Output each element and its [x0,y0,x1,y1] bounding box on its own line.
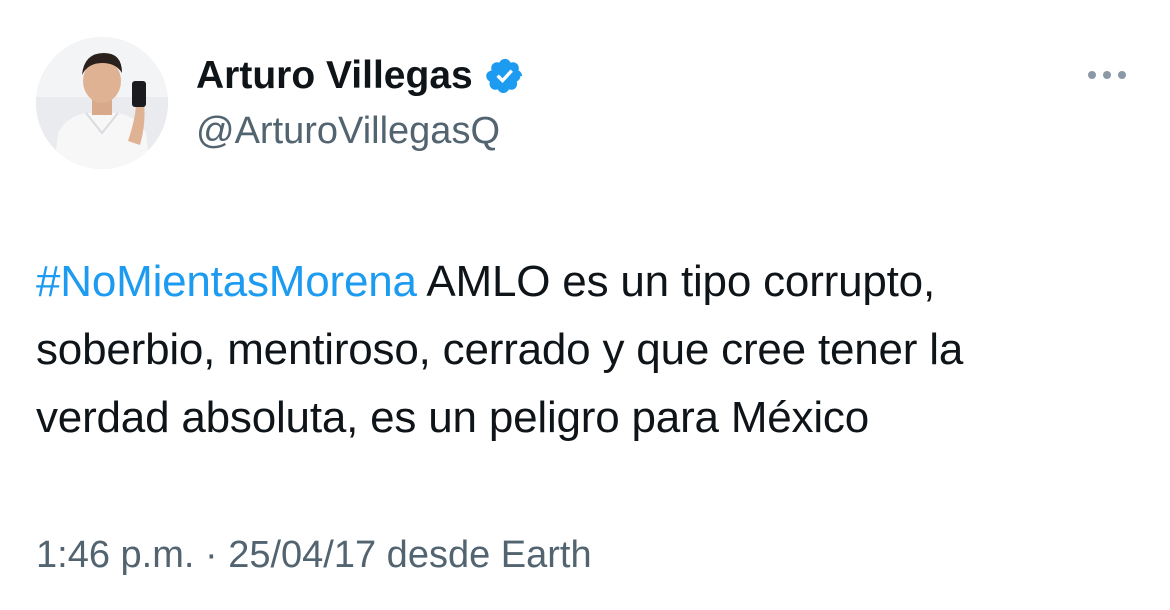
tweet-text-line-1: #NoMientasMorena AMLO es un tipo corrupt… [36,248,1136,316]
tweet-source: desde Earth [376,534,592,576]
avatar[interactable] [36,37,168,169]
author-handle[interactable]: @ArturoVillegasQ [196,108,500,154]
tweet-time[interactable]: 1:46 p.m. [36,534,194,576]
author-display-name[interactable]: Arturo Villegas [196,52,473,100]
hashtag-link[interactable]: #NoMientasMorena [36,257,417,306]
tweet-date[interactable]: 25/04/17 [228,534,376,576]
avatar-image [36,37,168,169]
verified-badge-icon [485,56,525,96]
meta-separator: · [194,534,229,576]
author-name-row: Arturo Villegas [196,52,525,100]
ellipsis-horizontal-icon[interactable] [1084,62,1130,88]
tweet-text-segment: AMLO es un tipo corrupto, [416,257,935,306]
tweet-text-line-3: verdad absoluta, es un peligro para Méxi… [36,393,869,442]
tweet-text-line-2: soberbio, mentiroso, cerrado y que cree … [36,325,964,374]
tweet-meta: 1:46 p.m. · 25/04/17 desde Earth [36,530,592,580]
tweet-text: #NoMientasMorena AMLO es un tipo corrupt… [36,248,1136,452]
tweet-card: Arturo Villegas @ArturoVillegasQ #NoMien… [0,0,1170,610]
